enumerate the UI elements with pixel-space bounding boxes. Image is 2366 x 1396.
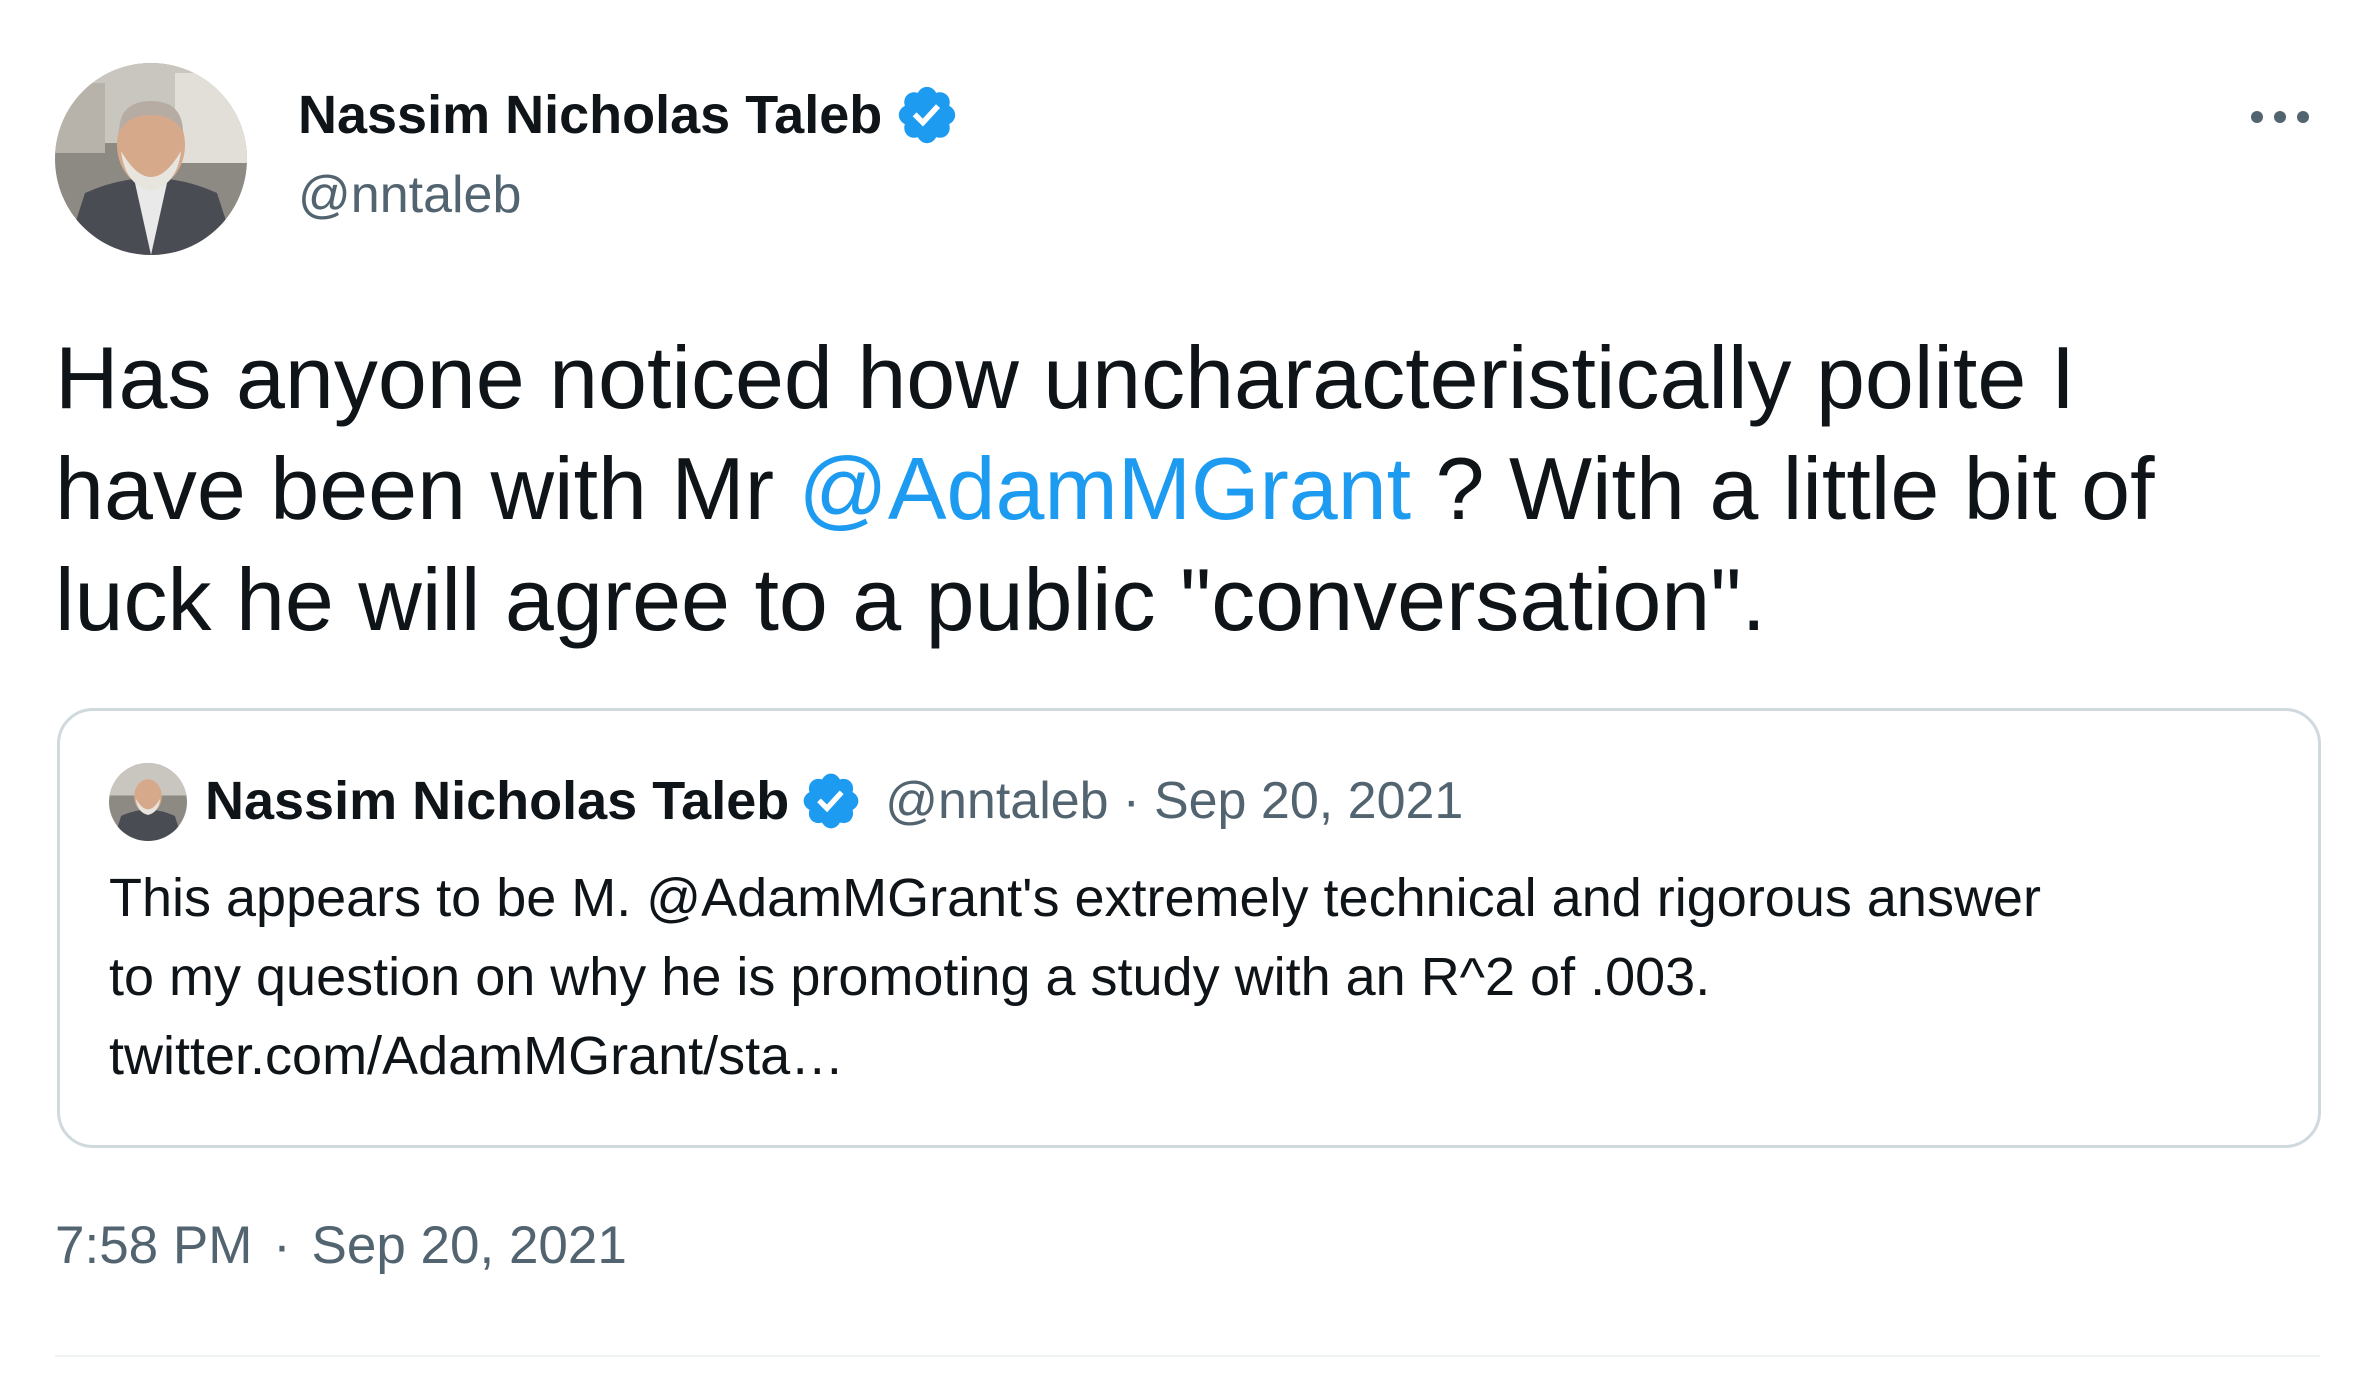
author-name-row: Nassim Nicholas Taleb [298, 80, 960, 150]
tweet-text-line: luck he will agree to a public "conversa… [55, 544, 2345, 655]
quoted-tweet-text: This appears to be M. @AdamMGrant's extr… [109, 859, 2289, 1096]
author-display-name[interactable]: Nassim Nicholas Taleb [298, 84, 882, 146]
divider [55, 1355, 2320, 1357]
verified-badge-icon [803, 773, 859, 829]
quoted-tweet[interactable]: Nassim Nicholas Taleb @nntaleb · Sep 20,… [57, 708, 2321, 1148]
tweet-text-line: have been with Mr @AdamMGrant ? With a l… [55, 433, 2345, 544]
tweet-card: Nassim Nicholas Taleb @nntaleb Has anyon… [0, 0, 2366, 1396]
tweet-text-line: Has anyone noticed how uncharacteristica… [55, 322, 2345, 433]
quoted-text-line: to my question on why he is promoting a … [109, 947, 1711, 1007]
quoted-date: Sep 20, 2021 [1153, 772, 1464, 830]
quoted-author-avatar [109, 763, 187, 841]
tweet-text: Has anyone noticed how uncharacteristica… [55, 322, 2345, 655]
quoted-author-name: Nassim Nicholas Taleb [205, 771, 790, 831]
author-handle[interactable]: @nntaleb [298, 165, 521, 225]
author-avatar[interactable] [55, 63, 247, 255]
profile-photo-icon [109, 763, 187, 841]
timestamp-separator: · [273, 1216, 291, 1275]
tweet-text-segment: luck he will agree to a public "conversa… [55, 550, 1766, 649]
tweet-text-segment: ? With a little bit of [1411, 439, 2155, 538]
tweet-timestamp[interactable]: 7:58 PM · Sep 20, 2021 [55, 1215, 627, 1276]
timestamp-time: 7:58 PM [55, 1216, 253, 1275]
tweet-text-segment: Has anyone noticed how uncharacteristica… [55, 328, 2076, 427]
quoted-text-line: This appears to be M. @AdamMGrant's extr… [109, 868, 2041, 928]
quoted-separator: · [1122, 772, 1140, 830]
quoted-link[interactable]: twitter.com/AdamMGrant/sta… [109, 1017, 2289, 1096]
verified-badge-icon [899, 86, 956, 144]
tweet-text-segment: have been with Mr [55, 439, 799, 538]
quoted-tweet-header: Nassim Nicholas Taleb @nntaleb · Sep 20,… [205, 766, 1463, 836]
timestamp-date: Sep 20, 2021 [311, 1216, 627, 1275]
mention-link[interactable]: @AdamMGrant [799, 439, 1412, 538]
quoted-author-handle: @nntaleb [885, 772, 1109, 830]
profile-photo-icon [55, 63, 247, 255]
more-options-icon[interactable] [2240, 92, 2320, 142]
